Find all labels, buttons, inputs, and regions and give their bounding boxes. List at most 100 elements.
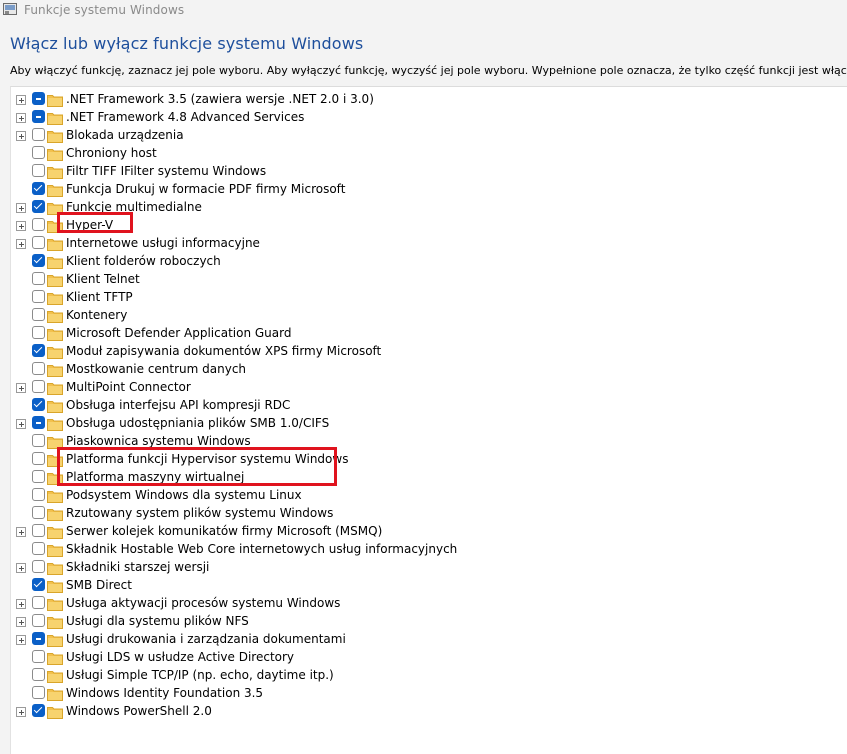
- feature-label: Moduł zapisywania dokumentów XPS firmy M…: [66, 344, 382, 358]
- feature-checkbox[interactable]: [32, 200, 45, 213]
- feature-checkbox[interactable]: [32, 506, 45, 519]
- feature-checkbox[interactable]: [32, 542, 45, 555]
- feature-row[interactable]: Usługi dla systemu plików NFS: [11, 612, 831, 630]
- expand-plus-icon[interactable]: [16, 419, 26, 429]
- feature-row[interactable]: Podsystem Windows dla systemu Linux: [11, 486, 831, 504]
- feature-row[interactable]: Serwer kolejek komunikatów firmy Microso…: [11, 522, 831, 540]
- feature-checkbox[interactable]: [32, 488, 45, 501]
- feature-row[interactable]: Microsoft Defender Application Guard: [11, 324, 831, 342]
- feature-row[interactable]: Składnik Hostable Web Core internetowych…: [11, 540, 831, 558]
- feature-checkbox[interactable]: [32, 92, 45, 105]
- folder-icon: [47, 632, 63, 647]
- feature-label: Filtr TIFF IFilter systemu Windows: [66, 164, 267, 178]
- feature-label: Serwer kolejek komunikatów firmy Microso…: [66, 524, 383, 538]
- feature-checkbox[interactable]: [32, 686, 45, 699]
- feature-checkbox[interactable]: [32, 560, 45, 573]
- feature-row[interactable]: Funkcja Drukuj w formacie PDF firmy Micr…: [11, 180, 831, 198]
- feature-label: Windows Identity Foundation 3.5: [66, 686, 264, 700]
- feature-row[interactable]: Rzutowany system plików systemu Windows: [11, 504, 831, 522]
- feature-checkbox[interactable]: [32, 164, 45, 177]
- feature-checkbox[interactable]: [32, 524, 45, 537]
- feature-checkbox[interactable]: [32, 182, 45, 195]
- folder-icon: [47, 380, 63, 395]
- feature-checkbox[interactable]: [32, 236, 45, 249]
- feature-checkbox[interactable]: [32, 128, 45, 141]
- feature-checkbox[interactable]: [32, 704, 45, 717]
- feature-checkbox[interactable]: [32, 578, 45, 591]
- folder-icon: [47, 146, 63, 161]
- feature-checkbox[interactable]: [32, 650, 45, 663]
- feature-checkbox[interactable]: [32, 434, 45, 447]
- expand-plus-icon[interactable]: [16, 383, 26, 393]
- feature-row[interactable]: Windows PowerShell 2.0: [11, 702, 831, 720]
- feature-checkbox[interactable]: [32, 272, 45, 285]
- feature-row[interactable]: Filtr TIFF IFilter systemu Windows: [11, 162, 831, 180]
- feature-checkbox[interactable]: [32, 596, 45, 609]
- features-tree[interactable]: .NET Framework 3.5 (zawiera wersje .NET …: [10, 86, 847, 754]
- feature-checkbox[interactable]: [32, 452, 45, 465]
- expand-plus-icon[interactable]: [16, 635, 26, 645]
- folder-icon: [47, 92, 63, 107]
- feature-row[interactable]: Obsługa udostępniania plików SMB 1.0/CIF…: [11, 414, 831, 432]
- feature-checkbox[interactable]: [32, 668, 45, 681]
- feature-row[interactable]: Mostkowanie centrum danych: [11, 360, 831, 378]
- expand-plus-icon[interactable]: [16, 221, 26, 231]
- feature-row[interactable]: Usługi LDS w usłudze Active Directory: [11, 648, 831, 666]
- feature-row[interactable]: Usługa aktywacji procesów systemu Window…: [11, 594, 831, 612]
- feature-row[interactable]: Windows Identity Foundation 3.5: [11, 684, 831, 702]
- expand-plus-icon[interactable]: [16, 707, 26, 717]
- window-title: Funkcje systemu Windows: [24, 3, 185, 17]
- folder-icon: [47, 128, 63, 143]
- feature-row[interactable]: .NET Framework 4.8 Advanced Services: [11, 108, 831, 126]
- folder-icon: [47, 398, 63, 413]
- feature-row[interactable]: Moduł zapisywania dokumentów XPS firmy M…: [11, 342, 831, 360]
- feature-row[interactable]: MultiPoint Connector: [11, 378, 831, 396]
- feature-row[interactable]: Chroniony host: [11, 144, 831, 162]
- feature-checkbox[interactable]: [32, 614, 45, 627]
- feature-row[interactable]: Kontenery: [11, 306, 831, 324]
- feature-checkbox[interactable]: [32, 254, 45, 267]
- feature-row[interactable]: Składniki starszej wersji: [11, 558, 831, 576]
- feature-row[interactable]: Obsługa interfejsu API kompresji RDC: [11, 396, 831, 414]
- feature-label: Usługi dla systemu plików NFS: [66, 614, 249, 628]
- feature-row[interactable]: Klient folderów roboczych: [11, 252, 831, 270]
- feature-row[interactable]: Blokada urządzenia: [11, 126, 831, 144]
- feature-checkbox[interactable]: [32, 398, 45, 411]
- feature-row[interactable]: Usługi Simple TCP/IP (np. echo, daytime …: [11, 666, 831, 684]
- feature-checkbox[interactable]: [32, 416, 45, 429]
- feature-checkbox[interactable]: [32, 362, 45, 375]
- feature-checkbox[interactable]: [32, 290, 45, 303]
- feature-checkbox[interactable]: [32, 218, 45, 231]
- expand-plus-icon[interactable]: [16, 131, 26, 141]
- expand-plus-icon[interactable]: [16, 599, 26, 609]
- feature-row[interactable]: SMB Direct: [11, 576, 831, 594]
- feature-row[interactable]: Klient TFTP: [11, 288, 831, 306]
- expand-plus-icon[interactable]: [16, 563, 26, 573]
- folder-icon: [47, 164, 63, 179]
- expand-plus-icon[interactable]: [16, 527, 26, 537]
- feature-checkbox[interactable]: [32, 146, 45, 159]
- expand-plus-icon[interactable]: [16, 203, 26, 213]
- feature-row[interactable]: Usługi drukowania i zarządzania dokument…: [11, 630, 831, 648]
- feature-label: Składnik Hostable Web Core internetowych…: [66, 542, 458, 556]
- feature-checkbox[interactable]: [32, 632, 45, 645]
- feature-checkbox[interactable]: [32, 308, 45, 321]
- feature-row[interactable]: Funkcje multimedialne: [11, 198, 831, 216]
- feature-checkbox[interactable]: [32, 110, 45, 123]
- feature-label: Klient folderów roboczych: [66, 254, 221, 268]
- folder-icon: [47, 614, 63, 629]
- feature-row[interactable]: Internetowe usługi informacyjne: [11, 234, 831, 252]
- feature-row[interactable]: .NET Framework 3.5 (zawiera wersje .NET …: [11, 90, 831, 108]
- expand-plus-icon[interactable]: [16, 113, 26, 123]
- folder-icon: [47, 560, 63, 575]
- feature-label: Piaskownica systemu Windows: [66, 434, 251, 448]
- feature-checkbox[interactable]: [32, 470, 45, 483]
- expand-plus-icon[interactable]: [16, 95, 26, 105]
- expand-plus-icon[interactable]: [16, 239, 26, 249]
- feature-row[interactable]: Hyper-V: [11, 216, 831, 234]
- feature-row[interactable]: Klient Telnet: [11, 270, 831, 288]
- feature-checkbox[interactable]: [32, 326, 45, 339]
- feature-checkbox[interactable]: [32, 344, 45, 357]
- expand-plus-icon[interactable]: [16, 617, 26, 627]
- feature-checkbox[interactable]: [32, 380, 45, 393]
